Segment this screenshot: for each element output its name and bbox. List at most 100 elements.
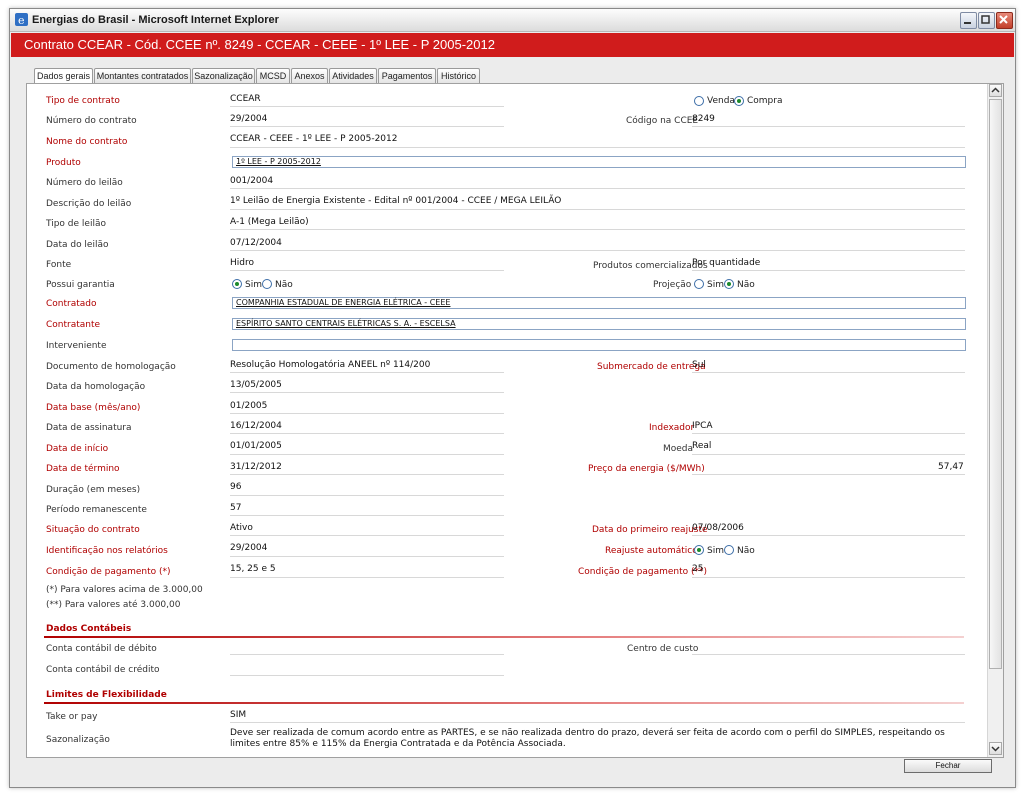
label-condicao-pagamento-1: Condição de pagamento (*) [46,567,171,577]
value-identificacao-relatorios: 29/2004 [230,543,268,553]
radio-reajuste-sim[interactable] [694,545,704,555]
radio-label-reajuste-nao: Não [737,546,755,556]
scroll-down-button[interactable] [989,742,1002,755]
radio-garantia-sim[interactable] [232,279,242,289]
value-tipo-leilao: A-1 (Mega Leilão) [230,217,309,227]
close-icon [999,15,1008,24]
value-data-base: 01/2005 [230,401,268,411]
divider [692,577,965,578]
divider [230,535,504,536]
label-conta-credito: Conta contábil de crédito [46,665,160,675]
tab-sazonalizacao[interactable]: Sazonalização [192,68,255,83]
note-valores-acima: (*) Para valores acima de 3.000,00 [46,585,203,595]
scroll-thumb[interactable] [989,99,1002,669]
radio-label-projecao-sim: Sim [707,280,724,290]
divider [692,270,965,271]
radio-label-projecao-nao: Não [737,280,755,290]
label-indexador: Indexador [649,423,695,433]
label-interveniente: Interveniente [46,341,107,351]
value-take-or-pay: SIM [230,710,247,720]
minimize-icon [964,22,971,24]
value-data-inicio: 01/01/2005 [230,441,282,451]
tab-montantes-contratados[interactable]: Montantes contratados [94,68,191,83]
divider [230,106,504,107]
close-window-button[interactable] [996,12,1013,29]
value-tipo-contrato: CCEAR [230,94,261,104]
tab-anexos[interactable]: Anexos [291,68,328,83]
label-nome-contrato: Nome do contrato [46,137,128,147]
value-indexador: IPCA [692,421,713,431]
radio-venda[interactable] [694,96,704,106]
label-sazonalizacao: Sazonalização [46,735,110,745]
contratado-field[interactable]: COMPANHIA ESTADUAL DE ENERGIA ELÉTRICA -… [232,297,966,309]
divider [230,126,504,127]
value-situacao: Ativo [230,523,253,533]
divider [230,392,504,393]
svg-text:e: e [18,14,25,26]
tab-pagamentos[interactable]: Pagamentos [378,68,436,83]
value-duracao: 96 [230,482,242,492]
label-codigo-ccee: Código na CCEE [626,116,699,126]
divider [230,577,504,578]
label-descricao-leilao: Descrição do leilão [46,199,132,209]
radio-label-reajuste-sim: Sim [707,546,724,556]
value-preco-energia: 57,47 [938,462,964,472]
value-nome-contrato: CCEAR - CEEE - 1º LEE - P 2005-2012 [230,134,398,144]
label-data-termino: Data de término [46,464,120,474]
radio-projecao-nao[interactable] [724,279,734,289]
divider [692,535,965,536]
divider [692,372,965,373]
section-divider [44,636,964,638]
close-button[interactable]: Fechar [904,759,992,773]
maximize-button[interactable] [978,12,995,29]
label-data-primeiro-reajuste: Data do primeiro reajuste [592,525,708,535]
title-bar: e Energias do Brasil - Microsoft Interne… [10,9,1015,32]
label-contratante: Contratante [46,320,101,330]
value-submercado: Sul [692,360,706,370]
vertical-scrollbar[interactable] [987,84,1003,757]
value-data-assinatura: 16/12/2004 [230,421,282,431]
label-identificacao-relatorios: Identificação nos relatórios [46,546,168,556]
radio-compra[interactable] [734,96,744,106]
interveniente-field[interactable] [232,339,966,351]
tab-historico[interactable]: Histórico [437,68,480,83]
label-periodo-remanescente: Período remanescente [46,505,147,515]
label-moeda: Moeda [663,444,694,454]
tab-dados-gerais[interactable]: Dados gerais [34,68,93,84]
form-content: Tipo de contrato CCEAR Venda Compra Núme… [27,84,987,757]
value-produtos-comercializados: Por quantidade [692,258,761,268]
divider [230,250,965,251]
value-data-leilao: 07/12/2004 [230,238,282,248]
label-tipo-leilao: Tipo de leilão [46,219,106,229]
radio-label-compra: Compra [747,96,783,106]
radio-projecao-sim[interactable] [694,279,704,289]
label-data-inicio: Data de início [46,444,109,454]
label-numero-contrato: Número do contrato [46,116,137,126]
section-title-dados-contabeis: Dados Contábeis [46,624,132,634]
value-moeda: Real [692,441,712,451]
produto-field[interactable]: 1º LEE - P 2005-2012 [232,156,966,168]
label-reajuste-automatico: Reajuste automático? [605,546,703,556]
label-data-assinatura: Data de assinatura [46,423,132,433]
label-projecao: Projeção [653,280,692,290]
value-data-termino: 31/12/2012 [230,462,282,472]
label-situacao: Situação do contrato [46,525,140,535]
value-codigo-ccee: 8249 [692,114,715,124]
tab-atividades[interactable]: Atividades [329,68,377,83]
scroll-up-button[interactable] [989,84,1002,97]
radio-reajuste-nao[interactable] [724,545,734,555]
label-data-base: Data base (mês/ano) [46,403,141,413]
label-centro-custo: Centro de custo [627,644,699,654]
radio-garantia-nao[interactable] [262,279,272,289]
section-title-limites-flexibilidade: Limites de Flexibilidade [46,690,167,700]
contract-header: Contrato CCEAR - Cód. CCEE nº. 8249 - CC… [11,33,1014,57]
tab-mcsd[interactable]: MCSD [256,68,290,83]
label-duracao: Duração (em meses) [46,485,141,495]
minimize-button[interactable] [960,12,977,29]
divider [230,722,965,723]
value-fonte: Hidro [230,258,254,268]
divider [230,147,965,148]
contratante-field[interactable]: ESPÍRITO SANTO CENTRAIS ELÉTRICAS S. A. … [232,318,966,330]
value-descricao-leilao: 1º Leilão de Energia Existente - Edital … [230,196,562,206]
window-title: Energias do Brasil - Microsoft Internet … [32,14,279,26]
